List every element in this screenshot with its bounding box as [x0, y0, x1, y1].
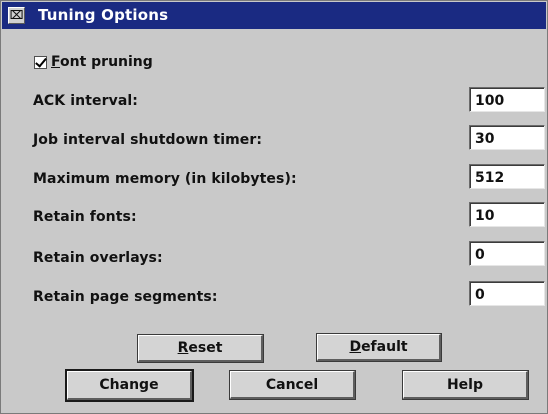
title-bar[interactable]: ⌧ Tuning Options — [2, 2, 546, 29]
help-button[interactable]: Help — [403, 371, 528, 399]
job-interval-shutdown-timer-label: Job interval shutdown timer: — [33, 132, 263, 148]
window-title: Tuning Options — [38, 6, 169, 24]
retain-fonts-label: Retain fonts: — [33, 209, 137, 225]
retain-overlays-input[interactable] — [469, 241, 545, 266]
default-button[interactable]: Default — [317, 334, 441, 361]
retain-overlays-label: Retain overlays: — [33, 250, 163, 266]
default-label-rest: efault — [361, 339, 408, 355]
font-pruning-checkbox[interactable] — [34, 55, 47, 69]
reset-button[interactable]: Reset — [138, 335, 263, 362]
tuning-options-dialog: ⌧ Tuning Options Font pruning ACK interv… — [0, 0, 548, 414]
reset-label-rest: eset — [188, 340, 223, 356]
retain-page-segments-label: Retain page segments: — [33, 289, 218, 305]
job-interval-shutdown-timer-input[interactable] — [469, 125, 545, 150]
change-button[interactable]: Change — [67, 371, 192, 400]
reset-mnemonic: R — [177, 340, 189, 356]
cancel-button[interactable]: Cancel — [230, 371, 355, 399]
font-pruning-mnemonic: F — [51, 54, 60, 70]
system-menu-icon[interactable]: ⌧ — [8, 7, 25, 24]
font-pruning-label[interactable]: Font pruning — [51, 54, 153, 70]
default-mnemonic: D — [349, 339, 362, 355]
maximum-memory-label: Maximum memory (in kilobytes): — [33, 171, 297, 187]
retain-page-segments-input[interactable] — [469, 281, 545, 306]
retain-fonts-input[interactable] — [469, 202, 545, 227]
font-pruning-checkbox-row[interactable]: Font pruning — [34, 53, 153, 71]
font-pruning-label-rest: ont pruning — [60, 54, 153, 70]
ack-interval-input[interactable] — [469, 87, 545, 112]
ack-interval-label: ACK interval: — [33, 93, 138, 109]
maximum-memory-input[interactable] — [469, 164, 545, 189]
